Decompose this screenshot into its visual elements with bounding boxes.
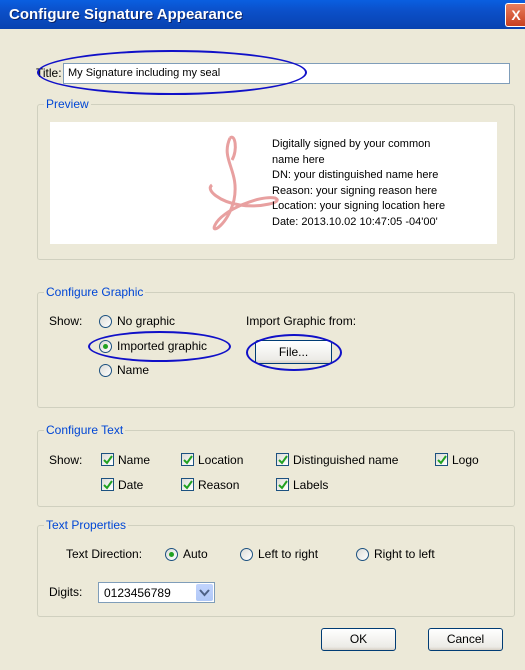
radio-name-label[interactable]: Name: [117, 363, 149, 377]
preview-line: Reason: your signing reason here: [272, 184, 438, 197]
ok-button[interactable]: OK: [321, 628, 396, 651]
configure-text-label: Configure Text: [44, 423, 126, 437]
radio-right-to-left[interactable]: [356, 548, 369, 561]
checkbox-labels[interactable]: [276, 478, 289, 491]
checkbox-distinguished-name[interactable]: [276, 453, 289, 466]
radio-no-graphic[interactable]: [99, 315, 112, 328]
preview-line: Date: 2013.10.02 10:47:05 -04'00': [272, 215, 438, 228]
radio-direction-auto-label[interactable]: Auto: [183, 547, 208, 561]
configure-signature-dialog: Configure Signature Appearance X Title: …: [0, 0, 525, 670]
radio-name[interactable]: [99, 364, 112, 377]
text-direction-label: Text Direction:: [66, 547, 143, 561]
acrobat-watermark-logo: [208, 135, 279, 231]
checkbox-distinguished-name-label[interactable]: Distinguished name: [293, 453, 398, 467]
title-bar[interactable]: Configure Signature Appearance X: [0, 0, 525, 29]
preview-line: name here: [272, 153, 325, 166]
close-button[interactable]: X: [505, 3, 525, 27]
radio-imported-graphic[interactable]: [99, 340, 112, 353]
checkbox-logo[interactable]: [435, 453, 448, 466]
preview-group-label: Preview: [44, 97, 91, 111]
checkbox-logo-label[interactable]: Logo: [452, 453, 479, 467]
title-input[interactable]: My Signature including my seal: [63, 63, 510, 84]
digits-label: Digits:: [49, 585, 83, 599]
cancel-button[interactable]: Cancel: [428, 628, 503, 651]
checkbox-location-label[interactable]: Location: [198, 453, 243, 467]
preview-line: Location: your signing location here: [272, 200, 446, 212]
radio-left-to-right-label[interactable]: Left to right: [258, 547, 318, 561]
checkbox-labels-label[interactable]: Labels: [293, 478, 328, 492]
checkbox-reason[interactable]: [181, 478, 194, 491]
preview-line: Digitally signed by your common: [272, 138, 431, 150]
checkbox-date[interactable]: [101, 478, 114, 491]
digits-value: 0123456789: [104, 586, 171, 600]
text-properties-label: Text Properties: [44, 518, 129, 532]
preview-text-block: Digitally signed by your common name her…: [272, 137, 445, 230]
configure-text-group: Configure Text: [37, 423, 515, 507]
text-properties-group: Text Properties: [37, 518, 515, 617]
configure-graphic-label: Configure Graphic: [44, 285, 146, 299]
import-graphic-label: Import Graphic from:: [246, 314, 357, 328]
checkbox-name-label[interactable]: Name: [118, 453, 150, 467]
checkbox-date-label[interactable]: Date: [118, 478, 143, 492]
file-button[interactable]: File...: [255, 340, 332, 364]
checkbox-reason-label[interactable]: Reason: [198, 478, 239, 492]
text-show-label: Show:: [49, 453, 83, 467]
radio-right-to-left-label[interactable]: Right to left: [374, 547, 435, 561]
signature-preview: Digitally signed by your common name her…: [50, 122, 497, 244]
checkbox-name[interactable]: [101, 453, 114, 466]
radio-left-to-right[interactable]: [240, 548, 253, 561]
checkbox-location[interactable]: [181, 453, 194, 466]
radio-no-graphic-label[interactable]: No graphic: [117, 314, 175, 328]
window-title: Configure Signature Appearance: [9, 6, 243, 23]
radio-direction-auto[interactable]: [165, 548, 178, 561]
preview-line: DN: your distinguished name here: [272, 169, 439, 181]
title-field-label: Title:: [36, 66, 62, 80]
graphic-show-label: Show:: [49, 314, 83, 328]
digits-dropdown[interactable]: 0123456789: [98, 582, 215, 603]
chevron-down-icon[interactable]: [196, 584, 213, 601]
title-label-text: Title:: [36, 66, 62, 80]
radio-imported-graphic-label[interactable]: Imported graphic: [117, 339, 207, 353]
